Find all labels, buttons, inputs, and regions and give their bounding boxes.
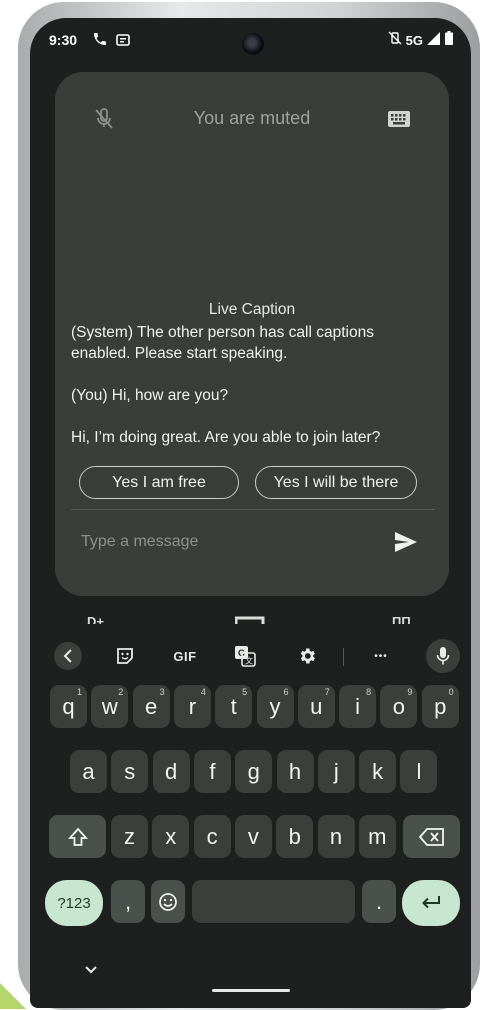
signal-icon xyxy=(427,31,441,50)
gif-button[interactable]: GIF xyxy=(168,636,202,676)
voice-input-button[interactable] xyxy=(426,636,460,676)
key-d[interactable]: d xyxy=(152,750,190,793)
peek-icon xyxy=(235,614,269,624)
key-hint-number: 9 xyxy=(407,687,413,697)
shift-key[interactable] xyxy=(49,815,106,858)
shift-icon xyxy=(67,827,88,846)
svg-text:文: 文 xyxy=(245,656,253,666)
vibrate-off-icon xyxy=(388,31,402,50)
key-r[interactable]: r4 xyxy=(173,685,211,728)
more-options-button[interactable]: ••• xyxy=(366,636,396,676)
key-i[interactable]: i8 xyxy=(339,685,377,728)
caption-transcript: (System) The other person has call capti… xyxy=(71,322,431,448)
key-o[interactable]: o9 xyxy=(380,685,418,728)
translate-icon[interactable]: G文 xyxy=(232,636,258,676)
key-b[interactable]: b xyxy=(276,815,314,858)
key-hint-number: 4 xyxy=(200,687,206,697)
send-icon[interactable] xyxy=(393,530,419,559)
key-p[interactable]: p0 xyxy=(421,685,459,728)
keyboard-icon[interactable] xyxy=(387,110,411,133)
backspace-key[interactable] xyxy=(403,815,460,858)
key-hint-number: 8 xyxy=(366,687,372,697)
suggestion-chip-free[interactable]: Yes I am free xyxy=(79,466,239,499)
caption-line: (System) The other person has call capti… xyxy=(71,324,374,362)
peek-icon: ПП xyxy=(392,614,411,624)
emoji-key[interactable] xyxy=(151,880,185,923)
home-indicator[interactable] xyxy=(212,989,290,992)
key-hint-number: 6 xyxy=(283,687,289,697)
phone-screen: 9:30 5G You are muted Live Caption (Syst… xyxy=(30,18,471,1008)
caption-line: (You) Hi, how are you? xyxy=(71,387,229,404)
sticker-icon[interactable] xyxy=(112,636,138,676)
enter-key[interactable] xyxy=(402,880,460,926)
key-y[interactable]: y6 xyxy=(256,685,294,728)
network-type: 5G xyxy=(405,33,423,48)
front-camera xyxy=(242,33,264,55)
emoji-icon xyxy=(159,892,177,911)
key-z[interactable]: z xyxy=(111,815,148,858)
key-hint-number: 2 xyxy=(118,687,124,697)
key-n[interactable]: n xyxy=(317,815,355,858)
gear-icon[interactable] xyxy=(294,636,320,676)
key-hint-number: 3 xyxy=(159,687,165,697)
comma-key[interactable]: , xyxy=(111,880,145,923)
corner-decoration xyxy=(0,983,26,1009)
key-f[interactable]: f xyxy=(193,750,231,793)
key-hint-number: 7 xyxy=(324,687,330,697)
chevron-left-icon xyxy=(54,642,82,670)
key-s[interactable]: s xyxy=(111,750,149,793)
suggestion-chip-there[interactable]: Yes I will be there xyxy=(255,466,417,499)
battery-icon xyxy=(445,31,453,50)
key-q[interactable]: q1 xyxy=(50,685,87,728)
key-a[interactable]: a xyxy=(70,750,107,793)
key-l[interactable]: l xyxy=(400,750,438,793)
divider xyxy=(71,509,435,510)
key-k[interactable]: k xyxy=(359,750,397,793)
key-c[interactable]: c xyxy=(193,815,231,858)
live-caption-title: Live Caption xyxy=(208,301,296,318)
mic-icon xyxy=(426,639,460,673)
collapse-toolbar-button[interactable] xyxy=(53,636,83,676)
caption-line: Hi, I’m doing great. Are you able to joi… xyxy=(71,429,381,446)
symbols-key[interactable]: ?123 xyxy=(45,880,103,926)
key-g[interactable]: g xyxy=(235,750,273,793)
key-j[interactable]: j xyxy=(317,750,355,793)
status-time: 9:30 xyxy=(49,32,78,48)
period-key[interactable]: . xyxy=(362,880,396,923)
key-h[interactable]: h xyxy=(276,750,314,793)
chevron-down-icon[interactable] xyxy=(84,962,98,980)
enter-icon xyxy=(422,896,440,909)
status-bar: 9:30 5G xyxy=(30,18,471,66)
call-caption-card: You are muted Live Caption (System) The … xyxy=(55,72,449,596)
key-u[interactable]: u7 xyxy=(297,685,335,728)
space-key[interactable] xyxy=(192,880,355,923)
key-x[interactable]: x xyxy=(152,815,190,858)
toolbar-divider xyxy=(343,648,344,666)
backspace-icon xyxy=(418,827,444,846)
keyboard-toolbar: GIF G文 ••• xyxy=(30,636,471,676)
message-input[interactable]: Type a message xyxy=(81,533,198,551)
key-hint-number: 0 xyxy=(448,687,454,697)
key-hint-number: 1 xyxy=(76,687,82,697)
notification-icon xyxy=(116,33,130,51)
phone-call-icon xyxy=(92,31,108,52)
key-e[interactable]: e3 xyxy=(132,685,170,728)
key-w[interactable]: w2 xyxy=(91,685,129,728)
key-v[interactable]: v xyxy=(234,815,272,858)
peek-icon: D+ xyxy=(87,614,104,624)
key-m[interactable]: m xyxy=(358,815,396,858)
key-t[interactable]: t5 xyxy=(215,685,253,728)
key-hint-number: 5 xyxy=(242,687,248,697)
